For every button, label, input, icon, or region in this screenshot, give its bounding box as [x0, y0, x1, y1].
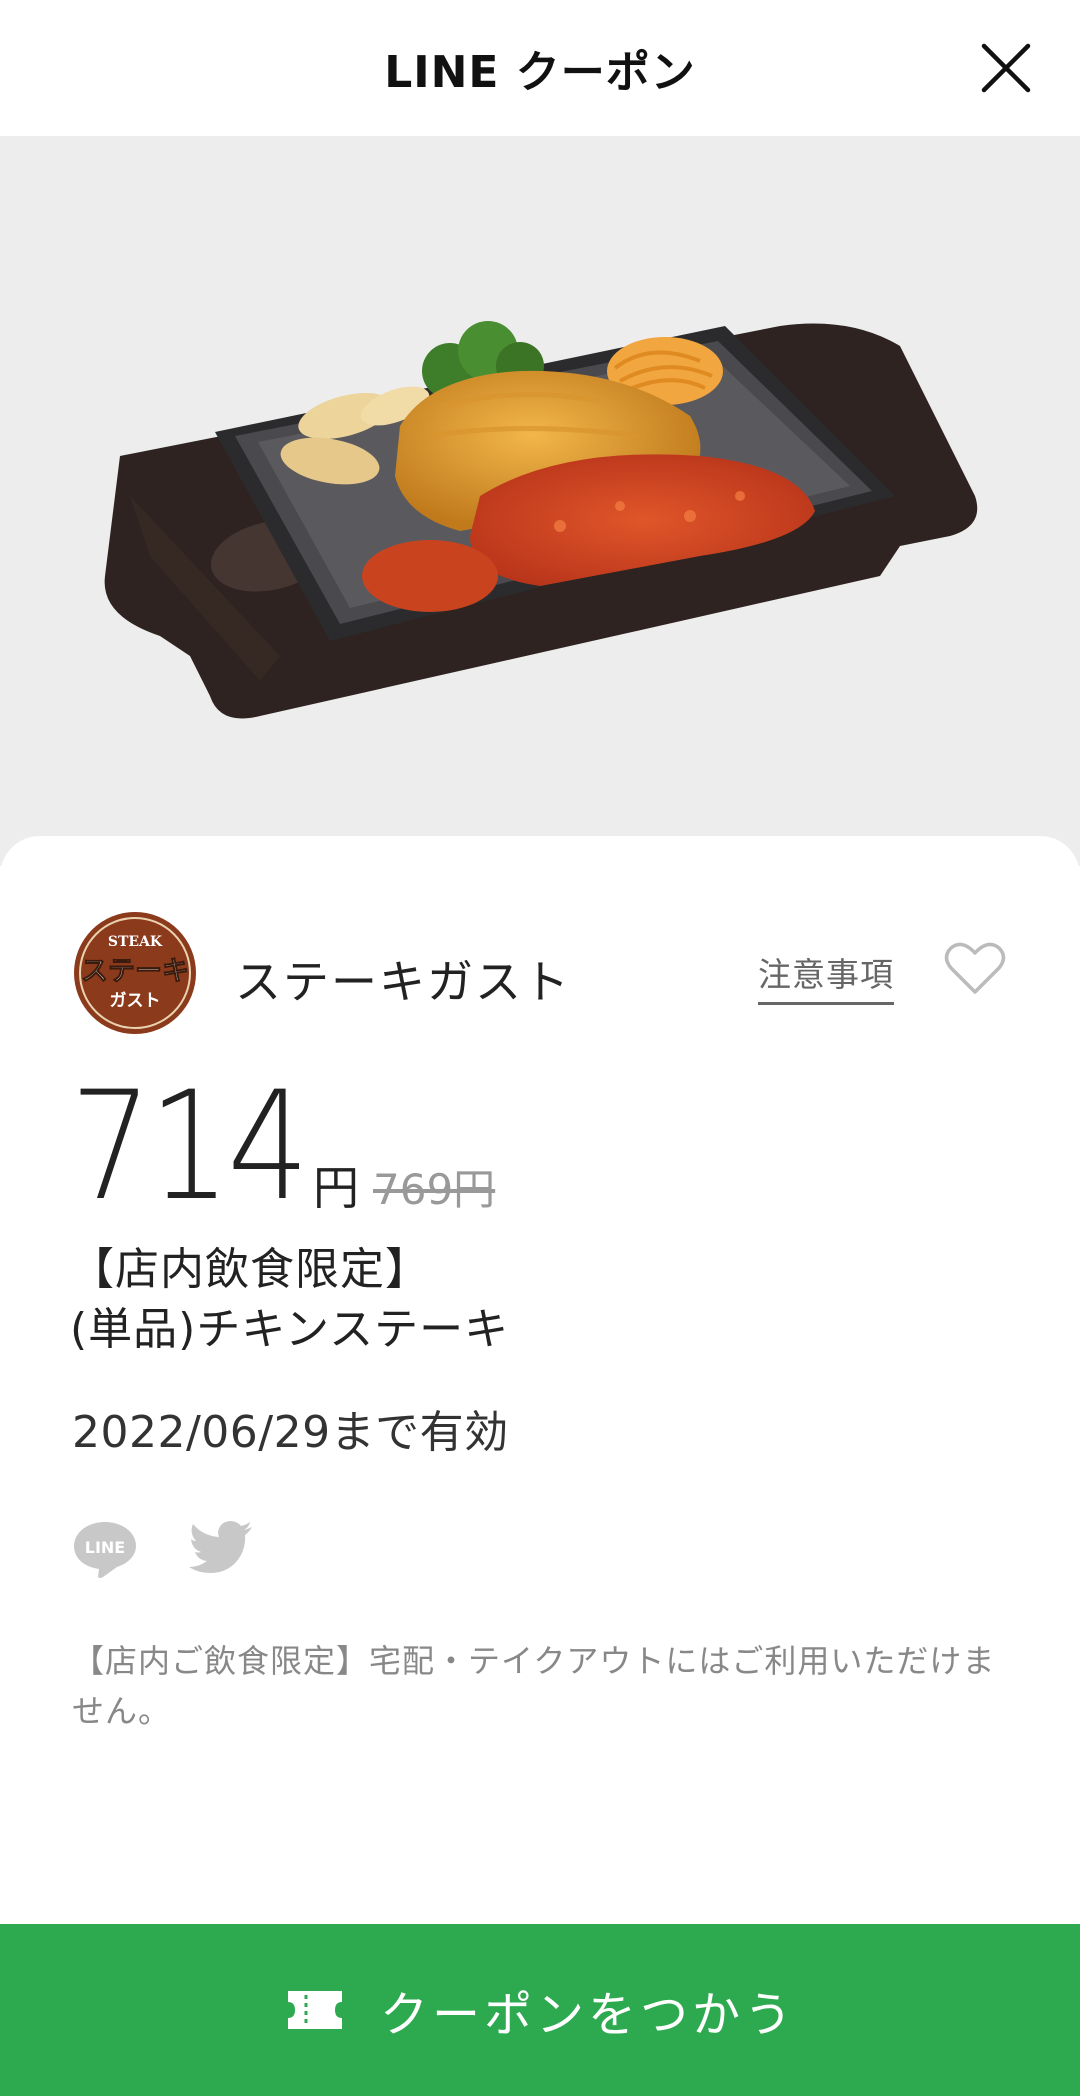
product-image — [0, 136, 1080, 866]
coupon-page: LINE クーポン STEAK ステーキ ガスト ステーキガスト 注意事項 71… — [0, 0, 1080, 2096]
svg-text:ステーキ: ステーキ — [81, 956, 189, 987]
twitter-icon[interactable] — [188, 1518, 254, 1578]
svg-text:LINE: LINE — [85, 1538, 125, 1557]
use-coupon-label: クーポンをつかう — [379, 1987, 796, 2043]
coupon-title-line2: (単品)チキンステーキ — [70, 1304, 510, 1355]
shop-row: STEAK ステーキ ガスト ステーキガスト 注意事項 — [72, 910, 1012, 1036]
shop-name: ステーキガスト — [235, 955, 571, 1009]
valid-until: 2022/06/29まで有効 — [72, 1407, 509, 1458]
coupon-title: 【店内飲食限定】 (単品)チキンステーキ — [70, 1240, 509, 1360]
line-icon[interactable]: LINE — [72, 1516, 138, 1580]
use-coupon-button[interactable]: クーポンをつかう — [0, 1924, 1080, 2096]
heart-icon[interactable] — [944, 940, 1006, 996]
svg-text:STEAK: STEAK — [108, 934, 163, 950]
page-title: LINE クーポン — [384, 47, 696, 98]
svg-text:ガスト: ガスト — [110, 991, 161, 1011]
close-icon[interactable] — [976, 38, 1036, 98]
ticket-icon — [287, 1991, 342, 2029]
shop-logo: STEAK ステーキ ガスト — [74, 912, 196, 1034]
notice-link[interactable]: 注意事項 — [758, 948, 894, 1005]
coupon-card: STEAK ステーキ ガスト ステーキガスト 注意事項 714 円 769円 【… — [0, 836, 1080, 1926]
price-original: 769円 — [373, 1165, 496, 1214]
coupon-title-line1: 【店内飲食限定】 — [70, 1244, 430, 1295]
chicken-steak-photo — [104, 321, 978, 719]
usage-note: 【店内ご飲食限定】宅配・テイクアウトにはご利用いただけません。 — [72, 1642, 996, 1730]
price-current: 714 — [70, 1060, 309, 1234]
header-bar: LINE クーポン — [0, 0, 1080, 136]
price-unit: 円 — [313, 1161, 359, 1215]
